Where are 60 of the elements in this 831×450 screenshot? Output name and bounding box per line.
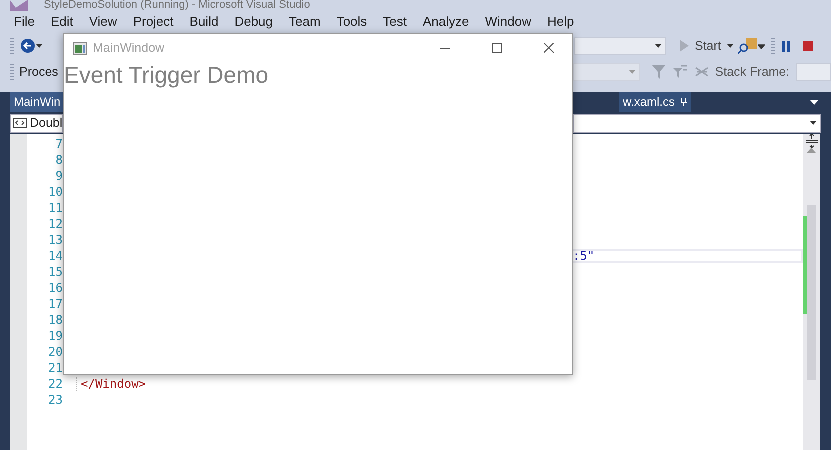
window-title: MainWindow <box>93 41 166 55</box>
line-number: 11 <box>48 201 63 215</box>
close-icon <box>544 43 554 53</box>
menu-item[interactable]: Test <box>375 12 416 30</box>
line-number: 23 <box>48 393 63 407</box>
back-icon[interactable] <box>20 38 36 54</box>
line-number: 13 <box>48 233 63 247</box>
heading: Event Trigger Demo <box>64 62 270 88</box>
line-number: 8 <box>54 153 63 167</box>
menu-item[interactable]: Analyze <box>415 12 478 30</box>
scope-dropdown[interactable] <box>573 114 821 132</box>
menu-item[interactable]: Build <box>182 12 227 30</box>
caret-icon <box>727 44 734 48</box>
document-tab[interactable]: MainWin <box>10 92 63 112</box>
menu-item[interactable]: Window <box>477 12 540 30</box>
line-number: 10 <box>48 185 63 199</box>
line-number: 22 <box>48 377 63 391</box>
split-icon[interactable] <box>804 134 818 148</box>
line-number: 16 <box>48 281 63 295</box>
caret-icon[interactable] <box>758 43 766 49</box>
play-icon <box>680 40 689 52</box>
menu-item[interactable]: File <box>6 12 43 30</box>
menu-item[interactable]: Edit <box>42 12 82 30</box>
dropdown-icon[interactable] <box>810 100 819 105</box>
stack-frame-label: Stack Frame: <box>715 65 790 79</box>
menu-item[interactable]: Debug <box>226 12 282 30</box>
pause-icon[interactable] <box>781 40 792 52</box>
line-number: 20 <box>48 345 63 359</box>
line-number: 15 <box>48 265 63 279</box>
menu-item[interactable]: Team <box>281 12 329 30</box>
maximize-icon <box>492 43 502 53</box>
line-number: 19 <box>48 329 63 343</box>
stop-icon[interactable] <box>803 41 814 51</box>
line-number: 12 <box>48 217 63 231</box>
caret-icon <box>655 44 662 48</box>
menu-item[interactable]: Tools <box>328 12 376 30</box>
line-number: 18 <box>48 313 63 327</box>
code-line: :5" <box>573 249 803 263</box>
caret-icon <box>810 121 817 125</box>
menu-item[interactable]: View <box>81 12 126 30</box>
member-dropdown[interactable]: Doubl <box>10 114 63 132</box>
document-tab[interactable]: w.xaml.cs <box>618 92 691 112</box>
line-number: 9 <box>54 169 63 183</box>
process-label: Proces <box>20 65 58 79</box>
menu-item[interactable]: Project <box>125 12 182 30</box>
code-icon <box>13 118 27 128</box>
app-icon <box>73 42 87 54</box>
code-line: </Window> <box>76 377 146 391</box>
line-number: 7 <box>54 137 63 151</box>
window-title: StyleDemoSolution (Running) - Microsoft Visual Studio <box>44 0 310 11</box>
menu-item[interactable]: Help <box>540 12 582 30</box>
stack-frame-field[interactable] <box>796 63 831 81</box>
find-icon[interactable] <box>738 37 758 55</box>
line-number: 21 <box>48 361 63 375</box>
start-button[interactable]: Start <box>676 39 738 53</box>
line-number: 17 <box>48 297 63 311</box>
caret-icon <box>628 70 636 74</box>
line-number: 14 <box>48 249 63 263</box>
visual-studio-icon <box>8 0 30 11</box>
caret-icon[interactable] <box>36 44 43 48</box>
